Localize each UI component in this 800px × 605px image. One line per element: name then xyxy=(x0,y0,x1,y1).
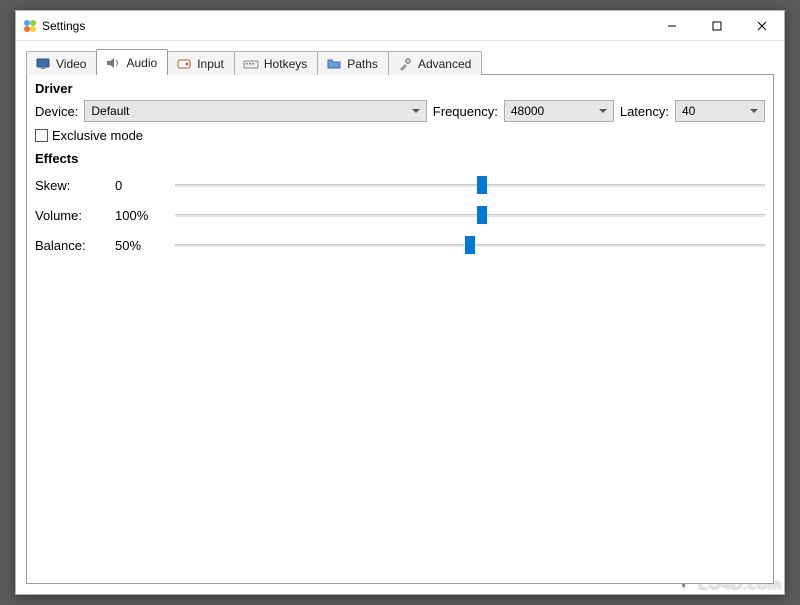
window-title: Settings xyxy=(42,19,85,33)
tab-paths[interactable]: Paths xyxy=(317,51,389,75)
balance-value: 50% xyxy=(115,238,175,253)
volume-label: Volume: xyxy=(35,208,115,223)
driver-row: Device: Default Frequency: 48000 Latency… xyxy=(35,100,765,122)
frequency-label: Frequency: xyxy=(433,104,498,119)
balance-label: Balance: xyxy=(35,238,115,253)
volume-value: 100% xyxy=(115,208,175,223)
driver-section-title: Driver xyxy=(35,81,765,96)
device-select[interactable]: Default xyxy=(84,100,426,122)
maximize-button[interactable] xyxy=(694,11,739,40)
tab-input[interactable]: Input xyxy=(167,51,235,75)
latency-select[interactable]: 40 xyxy=(675,100,765,122)
effects-section-title: Effects xyxy=(35,151,765,166)
volume-slider[interactable] xyxy=(175,205,765,225)
latency-label: Latency: xyxy=(620,104,669,119)
tab-label: Audio xyxy=(126,56,157,70)
tab-strip: Video Audio Input xyxy=(26,49,774,75)
tab-label: Input xyxy=(197,57,224,71)
tab-hotkeys[interactable]: Hotkeys xyxy=(234,51,318,75)
tab-label: Video xyxy=(56,57,86,71)
tab-audio[interactable]: Audio xyxy=(96,49,168,75)
tab-video[interactable]: Video xyxy=(26,51,97,75)
latency-value: 40 xyxy=(682,104,695,118)
exclusive-mode-checkbox[interactable] xyxy=(35,129,48,142)
slider-thumb[interactable] xyxy=(477,206,487,224)
slider-thumb[interactable] xyxy=(465,236,475,254)
chevron-down-icon xyxy=(750,109,758,113)
frequency-select[interactable]: 48000 xyxy=(504,100,614,122)
skew-slider[interactable] xyxy=(175,175,765,195)
device-label: Device: xyxy=(35,104,78,119)
tools-icon xyxy=(397,56,413,72)
skew-row: Skew: 0 xyxy=(35,170,765,200)
slider-track xyxy=(175,214,765,217)
speaker-icon xyxy=(105,55,121,71)
window-controls xyxy=(649,11,784,40)
slider-thumb[interactable] xyxy=(477,176,487,194)
skew-label: Skew: xyxy=(35,178,115,193)
skew-value: 0 xyxy=(115,178,175,193)
balance-row: Balance: 50% xyxy=(35,230,765,260)
exclusive-mode-label: Exclusive mode xyxy=(52,128,143,143)
balance-slider[interactable] xyxy=(175,235,765,255)
folder-icon xyxy=(326,56,342,72)
tab-label: Paths xyxy=(347,57,378,71)
close-button[interactable] xyxy=(739,11,784,40)
client-area: Video Audio Input xyxy=(16,41,784,594)
gamepad-icon xyxy=(176,56,192,72)
tab-advanced[interactable]: Advanced xyxy=(388,51,482,75)
monitor-icon xyxy=(35,56,51,72)
volume-row: Volume: 100% xyxy=(35,200,765,230)
chevron-down-icon xyxy=(599,109,607,113)
chevron-down-icon xyxy=(412,109,420,113)
tab-container: Video Audio Input xyxy=(26,49,774,584)
tab-label: Hotkeys xyxy=(264,57,307,71)
audio-panel: Driver Device: Default Frequency: 48000 … xyxy=(26,74,774,584)
exclusive-mode-row[interactable]: Exclusive mode xyxy=(35,128,765,143)
slider-track xyxy=(175,184,765,187)
app-icon xyxy=(22,18,38,34)
frequency-value: 48000 xyxy=(511,104,544,118)
titlebar: Settings xyxy=(16,11,784,41)
tab-label: Advanced xyxy=(418,57,471,71)
settings-window: Settings Video xyxy=(15,10,785,595)
keyboard-icon xyxy=(243,56,259,72)
device-value: Default xyxy=(91,104,129,118)
minimize-button[interactable] xyxy=(649,11,694,40)
